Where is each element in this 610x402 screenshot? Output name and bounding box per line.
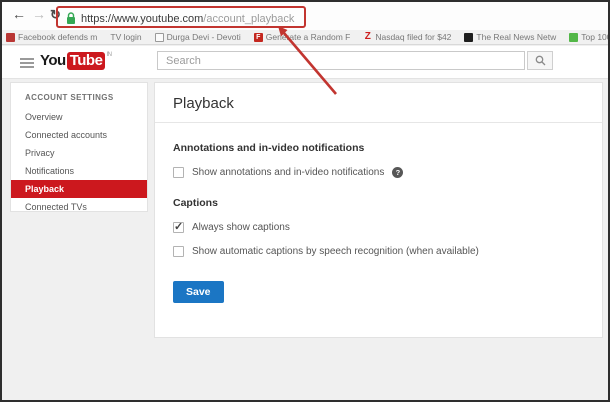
option-row: Show annotations and in-video notificati… — [173, 167, 584, 178]
zacks-icon: Z — [363, 33, 372, 42]
sidebar-title: ACCOUNT SETTINGS — [11, 83, 147, 108]
account-settings-sidebar: ACCOUNT SETTINGS Overview Connected acco… — [10, 82, 148, 212]
search-input[interactable] — [157, 51, 525, 70]
sidebar-item-overview[interactable]: Overview — [11, 108, 147, 126]
checkbox-always-show-captions[interactable] — [173, 222, 184, 233]
divider — [155, 122, 602, 123]
option-label: Always show captions — [192, 222, 290, 233]
url-path-part: /account_playback — [203, 13, 294, 25]
option-label: Show automatic captions by speech recogn… — [192, 246, 479, 257]
bookmark-label: Generate a Random F — [266, 32, 351, 42]
sidebar-item-playback[interactable]: Playback — [11, 180, 147, 198]
playback-settings-panel: Playback Annotations and in-video notifi… — [154, 82, 603, 338]
sidebar-item-privacy[interactable]: Privacy — [11, 144, 147, 162]
bookmark-label: Top 100 Blogs - 1 — [581, 32, 608, 42]
bookmark-real-news[interactable]: The Real News Netw — [464, 32, 556, 42]
padlock-icon — [66, 12, 76, 25]
sidebar-item-connected-tvs[interactable]: Connected TVs — [11, 198, 147, 216]
news-favicon-icon — [464, 33, 473, 42]
search-button[interactable] — [527, 51, 553, 70]
url-secure-part: https://www.youtube.com — [81, 13, 203, 25]
blogs-favicon-icon — [569, 33, 578, 42]
help-icon[interactable]: ? — [392, 167, 403, 178]
bookmark-top-100-blogs[interactable]: Top 100 Blogs - 1 — [569, 32, 608, 42]
bookmark-generate-random[interactable]: F Generate a Random F — [254, 32, 351, 42]
generic-favicon-icon — [155, 33, 164, 42]
section-heading-captions: Captions — [173, 197, 584, 209]
bookmark-nasdaq[interactable]: Z Nasdaq filed for $42 — [363, 32, 451, 42]
page-title: Playback — [173, 83, 584, 112]
flipboard-icon: F — [254, 33, 263, 42]
section-heading-annotations: Annotations and in-video notifications — [173, 142, 584, 154]
back-icon[interactable]: ← — [12, 6, 26, 22]
option-row: Always show captions — [173, 222, 584, 233]
checkbox-show-annotations[interactable] — [173, 167, 184, 178]
bookmark-label: The Real News Netw — [476, 32, 556, 42]
logo-text-tube: Tube — [67, 52, 106, 70]
sidebar-item-connected-accounts[interactable]: Connected accounts — [11, 126, 147, 144]
address-bar[interactable]: https://www.youtube.com/account_playback — [66, 9, 294, 27]
sidebar-item-notifications[interactable]: Notifications — [11, 162, 147, 180]
checkbox-automatic-captions[interactable] — [173, 246, 184, 257]
save-button[interactable]: Save — [173, 281, 224, 303]
bookmark-durga-devi[interactable]: Durga Devi - Devoti — [155, 32, 241, 42]
bookmark-label: TV login — [110, 32, 141, 42]
screenshot-frame: ← → ↻ https://www.youtube.com/account_pl… — [0, 0, 610, 402]
search-icon — [535, 55, 546, 66]
logo-text-you: You — [40, 52, 66, 69]
option-label: Show annotations and in-video notificati… — [192, 167, 384, 178]
bookmarks-bar: Facebook defends m TV login Durga Devi -… — [2, 30, 608, 45]
bookmark-label: Nasdaq filed for $42 — [375, 32, 451, 42]
menu-icon[interactable] — [20, 58, 34, 70]
logo-region-label: IN — [106, 52, 111, 58]
youtube-logo[interactable]: YouTubeIN — [40, 52, 111, 69]
bookmark-tv-login[interactable]: TV login — [110, 32, 141, 42]
facebook-icon — [6, 33, 15, 42]
bookmark-label: Facebook defends m — [18, 32, 97, 42]
browser-toolbar: ← → ↻ https://www.youtube.com/account_pl… — [2, 2, 608, 30]
bookmark-facebook[interactable]: Facebook defends m — [6, 32, 97, 42]
bookmark-label: Durga Devi - Devoti — [167, 32, 241, 42]
option-row: Show automatic captions by speech recogn… — [173, 246, 584, 257]
forward-icon[interactable]: → — [32, 6, 46, 22]
